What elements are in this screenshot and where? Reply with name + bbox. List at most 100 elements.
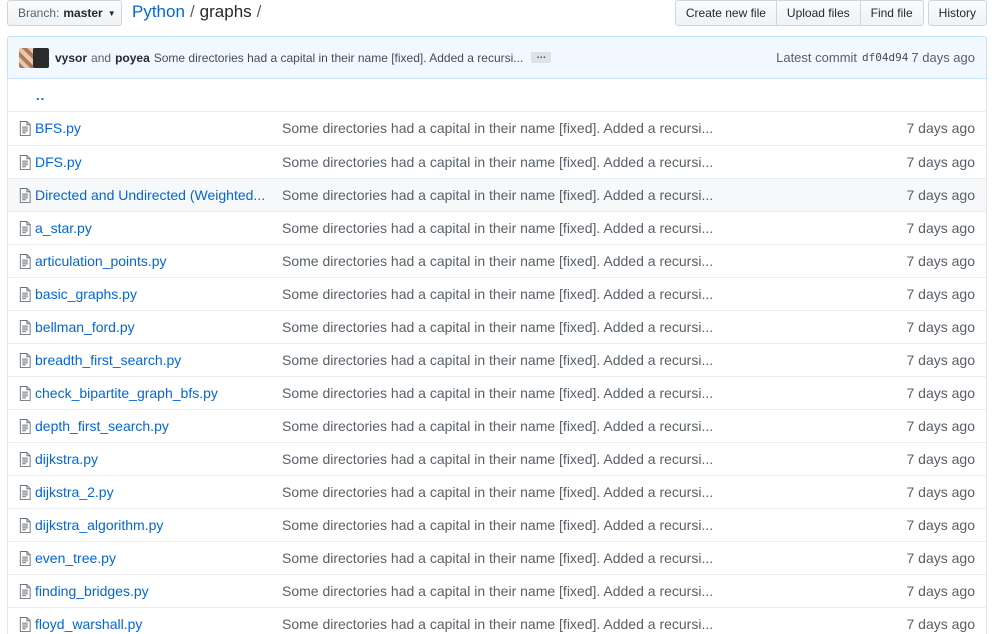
file-commit-message-link[interactable]: Some directories had a capital in their … [282, 319, 722, 335]
file-row: dijkstra_algorithm.py Some directories ha… [8, 508, 986, 541]
file-commit-message-link[interactable]: Some directories had a capital in their … [282, 550, 722, 566]
latest-commit: Latest commit df04d94 7 days ago [776, 50, 975, 65]
file-commit-message-link[interactable]: Some directories had a capital in their … [282, 484, 722, 500]
breadcrumb-root-link[interactable]: Python [132, 2, 185, 22]
file-commit-message-link[interactable]: Some directories had a capital in their … [282, 187, 722, 203]
caret-down-icon: ▼ [107, 8, 116, 18]
latest-commit-label: Latest commit [776, 50, 858, 65]
file-name-link[interactable]: basic_graphs.py [35, 286, 270, 302]
file-commit-message-link[interactable]: Some directories had a capital in their … [282, 154, 722, 170]
avatar[interactable] [33, 47, 49, 68]
commit-tease: vysor and poyea Some directories had a c… [7, 36, 987, 79]
commit-and-text: and [91, 50, 112, 65]
file-name-link[interactable]: DFS.py [35, 154, 270, 170]
file-name-link[interactable]: dijkstra_algorithm.py [35, 517, 270, 533]
file-name-link[interactable]: floyd_warshall.py [35, 616, 270, 632]
file-commit-age: 7 days ago [906, 385, 976, 401]
file-row: finding_bridges.py Some directories had a… [8, 574, 986, 607]
file-text-icon [19, 320, 31, 335]
file-text-icon [19, 121, 31, 136]
file-commit-message-link[interactable]: Some directories had a capital in their … [282, 451, 722, 467]
file-row: articulation_points.py Some directories h… [8, 244, 986, 277]
branch-select-button[interactable]: Branch: master ▼ [7, 0, 122, 26]
file-text-icon [19, 155, 31, 170]
file-commit-age: 7 days ago [906, 154, 976, 170]
file-text-icon [19, 386, 31, 401]
file-row: breadth_first_search.py Some directories … [8, 343, 986, 376]
file-commit-age: 7 days ago [906, 352, 976, 368]
expand-commit-button[interactable]: … [531, 51, 552, 63]
file-name-link[interactable]: bellman_ford.py [35, 319, 270, 335]
file-commit-message-link[interactable]: Some directories had a capital in their … [282, 616, 722, 632]
branch-prefix: Branch: [18, 6, 60, 20]
file-text-icon [19, 584, 31, 599]
file-name-link[interactable]: Directed and Undirected (Weighted... [35, 187, 270, 203]
file-row: a_star.py Some directories had a capital … [8, 211, 986, 244]
commit-coauthor-link[interactable]: poyea [115, 51, 150, 65]
file-name-link[interactable]: check_bipartite_graph_bfs.py [35, 385, 270, 401]
history-button[interactable]: History [927, 0, 987, 26]
file-commit-message-link[interactable]: Some directories had a capital in their … [282, 220, 722, 236]
file-name-link[interactable]: finding_bridges.py [35, 583, 270, 599]
file-commit-message-link[interactable]: Some directories had a capital in their … [282, 517, 722, 533]
file-name-link[interactable]: BFS.py [35, 120, 270, 136]
file-name-link[interactable]: a_star.py [35, 220, 270, 236]
file-actions: Create new file Upload files Find file H… [674, 0, 987, 26]
file-text-icon [19, 485, 31, 500]
file-commit-age: 7 days ago [906, 418, 976, 434]
file-text-icon [19, 518, 31, 533]
parent-directory-link[interactable]: .. [36, 88, 45, 103]
file-text-icon [19, 254, 31, 269]
branch-name: master [63, 6, 103, 20]
file-commit-age: 7 days ago [906, 550, 976, 566]
file-row: basic_graphs.py Some directories had a ca… [8, 277, 986, 310]
commit-message-link[interactable]: Some directories had a capital in their … [154, 51, 524, 65]
file-name-link[interactable]: articulation_points.py [35, 253, 270, 269]
commit-sha-link[interactable]: df04d94 [862, 51, 908, 64]
file-navigation: Branch: master ▼ Python / graphs / Creat… [0, 0, 997, 36]
file-text-icon [19, 221, 31, 236]
breadcrumb-current: graphs [199, 2, 252, 21]
file-row: even_tree.py Some directories had a capit… [8, 541, 986, 574]
file-row: dijkstra_2.py Some directories had a capi… [8, 475, 986, 508]
file-commit-message-link[interactable]: Some directories had a capital in their … [282, 583, 722, 599]
file-text-icon [19, 188, 31, 203]
file-commit-message-link[interactable]: Some directories had a capital in their … [282, 385, 722, 401]
create-new-file-button[interactable]: Create new file [674, 0, 777, 26]
file-row: bellman_ford.py Some directories had a ca… [8, 310, 986, 343]
file-rows: BFS.py Some directories had a capital in … [8, 112, 986, 634]
file-row: dijkstra.py Some directories had a capita… [8, 442, 986, 475]
avatar-stack[interactable] [19, 47, 49, 68]
file-commit-age: 7 days ago [906, 451, 976, 467]
file-row: check_bipartite_graph_bfs.py Some directo… [8, 376, 986, 409]
file-text-icon [19, 287, 31, 302]
upload-files-button[interactable]: Upload files [775, 0, 861, 26]
breadcrumb: Python / graphs / [132, 2, 266, 22]
file-name-link[interactable]: dijkstra_2.py [35, 484, 270, 500]
file-name-link[interactable]: dijkstra.py [35, 451, 270, 467]
file-commit-age: 7 days ago [906, 187, 976, 203]
commit-author-link[interactable]: vysor [55, 51, 87, 65]
file-text-icon [19, 419, 31, 434]
file-name-link[interactable]: depth_first_search.py [35, 418, 270, 434]
file-commit-message-link[interactable]: Some directories had a capital in their … [282, 253, 722, 269]
file-list: .. BFS.py Some directories had a capital … [7, 79, 987, 634]
file-name-link[interactable]: even_tree.py [35, 550, 270, 566]
file-commit-age: 7 days ago [906, 319, 976, 335]
commit-age: 7 days ago [911, 50, 975, 65]
parent-directory-row[interactable]: .. [8, 79, 986, 112]
file-row: depth_first_search.py Some directories ha… [8, 409, 986, 442]
file-text-icon [19, 353, 31, 368]
file-name-link[interactable]: breadth_first_search.py [35, 352, 270, 368]
file-commit-message-link[interactable]: Some directories had a capital in their … [282, 286, 722, 302]
file-row: floyd_warshall.py Some directories had a … [8, 607, 986, 634]
file-commit-message-link[interactable]: Some directories had a capital in their … [282, 418, 722, 434]
file-text-icon [19, 452, 31, 467]
file-commit-age: 7 days ago [906, 616, 976, 632]
file-commit-message-link[interactable]: Some directories had a capital in their … [282, 120, 722, 136]
file-commit-age: 7 days ago [906, 220, 976, 236]
file-commit-message-link[interactable]: Some directories had a capital in their … [282, 352, 722, 368]
file-commit-age: 7 days ago [906, 253, 976, 269]
file-commit-age: 7 days ago [906, 583, 976, 599]
find-file-button[interactable]: Find file [859, 0, 924, 26]
